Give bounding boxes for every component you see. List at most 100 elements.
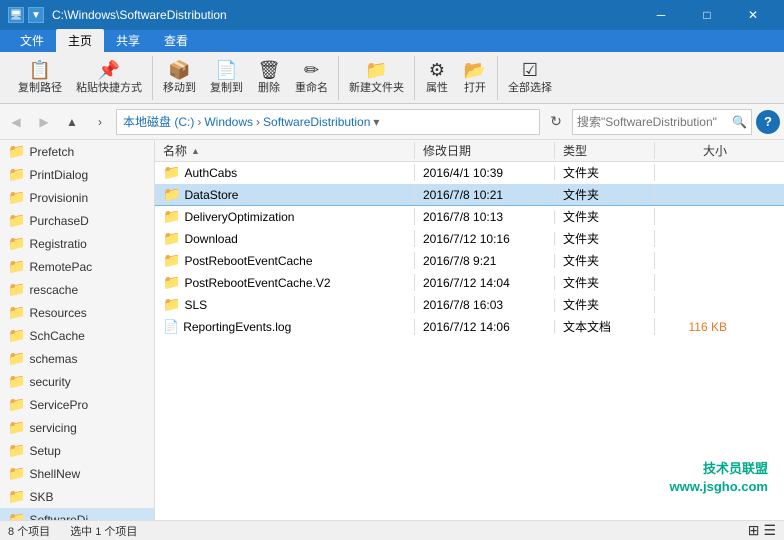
move-to-icon: 📦 (168, 61, 190, 79)
paste-shortcut-icon: 📌 (98, 61, 120, 79)
folder-icon: 📁 (8, 189, 25, 206)
column-type[interactable]: 类型 (555, 142, 655, 159)
copy-path-button[interactable]: 📋 复制路径 (12, 58, 68, 98)
sidebar: 📁 Prefetch 📁 PrintDialog 📁 Provisionin 📁… (0, 140, 155, 520)
move-to-button[interactable]: 📦 移动到 (157, 58, 202, 98)
close-button[interactable]: ✕ (730, 0, 776, 30)
column-size[interactable]: 大小 (655, 142, 735, 159)
sidebar-item-remotepac[interactable]: 📁 RemotePac (0, 255, 154, 278)
grid-view-button[interactable]: ⊞ (748, 522, 760, 539)
folder-icon: 📁 (8, 327, 25, 344)
list-view-button[interactable]: ☰ (763, 522, 776, 539)
column-name[interactable]: 名称 ▲ (155, 142, 415, 159)
sidebar-item-resources[interactable]: 📁 Resources (0, 301, 154, 324)
sidebar-item-shellnew[interactable]: 📁 ShellNew (0, 462, 154, 485)
breadcrumb-softwaredistribution[interactable]: SoftwareDistribution (263, 115, 370, 129)
title-icon-2: ▼ (28, 7, 44, 23)
back-button[interactable]: ◀ (4, 110, 28, 134)
title-bar: 🖥 ▼ C:\Windows\SoftwareDistribution ─ □ … (0, 0, 784, 30)
sidebar-item-rescache[interactable]: 📁 rescache (0, 278, 154, 301)
open-icon: 📂 (464, 61, 486, 79)
ribbon-bar: 📋 复制路径 📌 粘贴快捷方式 📦 移动到 📄 复制到 🗑 删除 ✏ 重命名 📁… (0, 52, 784, 104)
sidebar-item-security[interactable]: 📁 security (0, 370, 154, 393)
file-list-header: 名称 ▲ 修改日期 类型 大小 (155, 140, 784, 162)
sidebar-item-setup[interactable]: 📁 Setup (0, 439, 154, 462)
file-row[interactable]: 📁 PostRebootEventCache 2016/7/8 9:21 文件夹 (155, 250, 784, 272)
folder-icon: 📁 (163, 252, 180, 269)
rename-button[interactable]: ✏ 重命名 (289, 58, 334, 98)
folder-icon: 📁 (163, 230, 180, 247)
sidebar-item-softwaredi[interactable]: 📁 SoftwareDi (0, 508, 154, 520)
sidebar-item-servicepro[interactable]: 📁 ServicePro (0, 393, 154, 416)
address-bar: ◀ ▶ ▲ › 本地磁盘 (C:) › Windows › SoftwareDi… (0, 104, 784, 140)
select-all-button[interactable]: ☑ 全部选择 (502, 58, 558, 98)
folder-icon: 📁 (163, 208, 180, 225)
folder-icon: 📁 (8, 143, 25, 160)
file-row[interactable]: 📁 AuthCabs 2016/4/1 10:39 文件夹 (155, 162, 784, 184)
sidebar-item-prefetch[interactable]: 📁 Prefetch (0, 140, 154, 163)
up-button[interactable]: ▲ (60, 110, 84, 134)
sidebar-item-servicing[interactable]: 📁 servicing (0, 416, 154, 439)
ribbon-group-open: ⚙ 属性 📂 打开 (415, 56, 498, 100)
breadcrumb-local-disk[interactable]: 本地磁盘 (C:) (123, 113, 194, 130)
sidebar-item-schemas[interactable]: 📁 schemas (0, 347, 154, 370)
maximize-button[interactable]: □ (684, 0, 730, 30)
file-row[interactable]: 📁 PostRebootEventCache.V2 2016/7/12 14:0… (155, 272, 784, 294)
folder-icon: 📁 (8, 304, 25, 321)
window-controls: ─ □ ✕ (638, 0, 776, 30)
open-button[interactable]: 📂 打开 (457, 58, 493, 98)
column-date[interactable]: 修改日期 (415, 142, 555, 159)
status-bar: 8 个项目 选中 1 个项目 ⊞ ☰ (0, 520, 784, 540)
forward-button[interactable]: ▶ (32, 110, 56, 134)
breadcrumb-windows[interactable]: Windows (204, 115, 253, 129)
delete-icon: 🗑 (258, 61, 281, 79)
folder-icon: 📁 (163, 164, 180, 181)
copy-to-button[interactable]: 📄 复制到 (204, 58, 249, 98)
tab-view[interactable]: 查看 (152, 29, 200, 52)
file-list: 名称 ▲ 修改日期 类型 大小 📁 AuthCabs 2016/4/1 10:3… (155, 140, 784, 520)
properties-icon: ⚙ (429, 61, 445, 79)
sidebar-item-provisionin[interactable]: 📁 Provisionin (0, 186, 154, 209)
select-all-icon: ☑ (522, 61, 538, 79)
folder-icon: 📁 (8, 373, 25, 390)
new-folder-button[interactable]: 📁 新建文件夹 (343, 58, 410, 98)
search-icon: 🔍 (732, 115, 747, 129)
sidebar-item-printdialog[interactable]: 📁 PrintDialog (0, 163, 154, 186)
tab-file[interactable]: 文件 (8, 29, 56, 52)
ribbon-group-nav: 📋 复制路径 📌 粘贴快捷方式 (8, 56, 153, 100)
file-row[interactable]: 📄 ReportingEvents.log 2016/7/12 14:06 文本… (155, 316, 784, 338)
sidebar-item-registratio[interactable]: 📁 Registratio (0, 232, 154, 255)
sidebar-item-purchased[interactable]: 📁 PurchaseD (0, 209, 154, 232)
folder-icon: 📁 (163, 274, 180, 291)
folder-icon: 📁 (8, 258, 25, 275)
tab-share[interactable]: 共享 (104, 29, 152, 52)
help-button[interactable]: ? (756, 110, 780, 134)
folder-icon: 📁 (163, 296, 180, 313)
view-controls: ⊞ ☰ (748, 522, 776, 539)
tab-home[interactable]: 主页 (56, 29, 104, 52)
paste-shortcut-button[interactable]: 📌 粘贴快捷方式 (70, 58, 148, 98)
file-row[interactable]: 📁 Download 2016/7/12 10:16 文件夹 (155, 228, 784, 250)
delete-button[interactable]: 🗑 删除 (251, 58, 287, 98)
folder-icon: 📁 (163, 186, 180, 203)
search-input[interactable] (577, 115, 732, 129)
ribbon-group-new: 📁 新建文件夹 (339, 56, 415, 100)
file-row[interactable]: 📁 DataStore 2016/7/8 10:21 文件夹 (155, 184, 784, 206)
copy-path-icon: 📋 (29, 61, 51, 79)
ribbon-group-clipboard: 📦 移动到 📄 复制到 🗑 删除 ✏ 重命名 (153, 56, 339, 100)
file-row[interactable]: 📁 SLS 2016/7/8 16:03 文件夹 (155, 294, 784, 316)
folder-icon: 📁 (8, 465, 25, 482)
status-total: 8 个项目 (8, 523, 50, 539)
document-icon: 📄 (163, 319, 179, 335)
ribbon-tabs: 文件 主页 共享 查看 (0, 30, 784, 52)
sidebar-item-schcache[interactable]: 📁 SchCache (0, 324, 154, 347)
new-folder-icon: 📁 (365, 61, 387, 79)
file-row[interactable]: 📁 DeliveryOptimization 2016/7/8 10:13 文件… (155, 206, 784, 228)
minimize-button[interactable]: ─ (638, 0, 684, 30)
properties-button[interactable]: ⚙ 属性 (419, 58, 455, 98)
main-area: 📁 Prefetch 📁 PrintDialog 📁 Provisionin 📁… (0, 140, 784, 520)
rename-icon: ✏ (304, 61, 319, 79)
sidebar-item-skb[interactable]: 📁 SKB (0, 485, 154, 508)
refresh-button[interactable]: ↻ (544, 110, 568, 134)
search-box[interactable]: 🔍 (572, 109, 752, 135)
